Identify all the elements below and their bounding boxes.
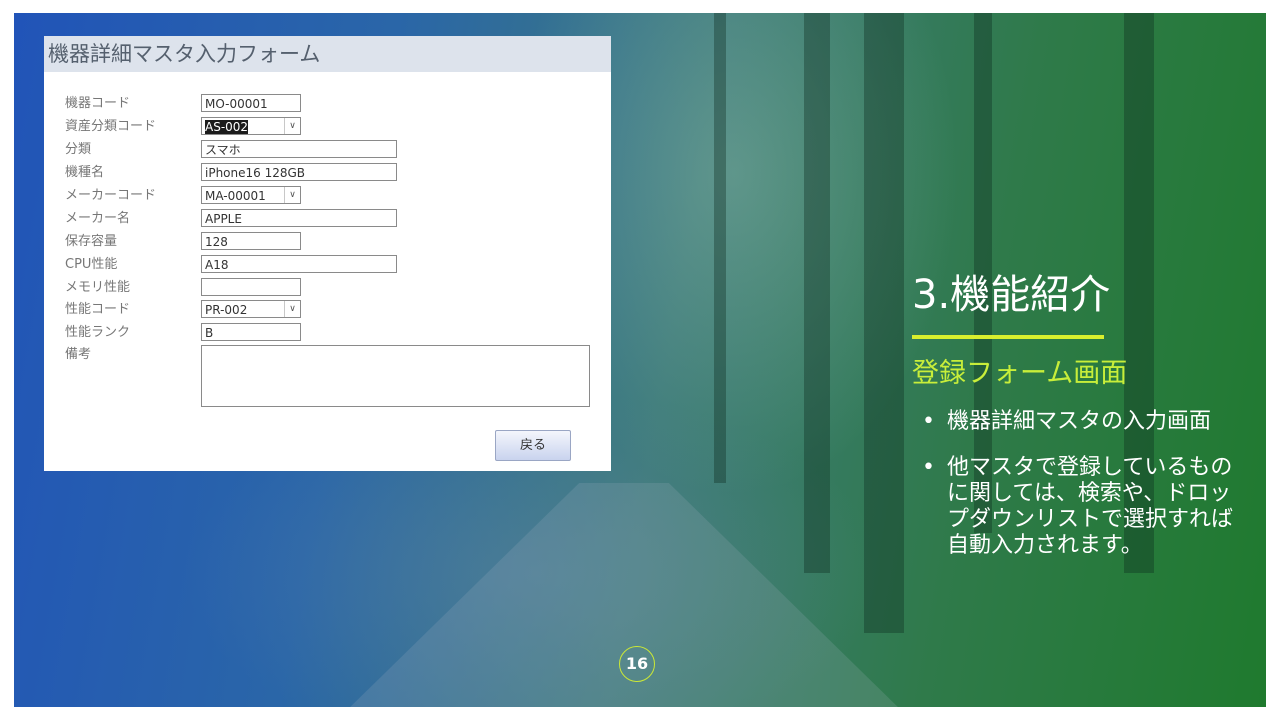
memory-performance-input[interactable] <box>201 278 301 296</box>
maker-code-select[interactable]: MA-00001 ∨ <box>201 186 301 204</box>
title-underline <box>912 335 1104 339</box>
selected-value: MA-00001 <box>205 189 266 203</box>
field-label: 資産分類コード <box>65 119 157 134</box>
background-tree <box>714 13 726 483</box>
field-label: 性能コード <box>65 302 131 317</box>
chevron-down-icon[interactable]: ∨ <box>284 118 300 134</box>
performance-code-select[interactable]: PR-002 ∨ <box>201 300 301 318</box>
field-label: メーカー名 <box>65 211 131 226</box>
chevron-down-icon[interactable]: ∨ <box>284 301 300 317</box>
form-title: 機器詳細マスタ入力フォーム <box>44 36 611 72</box>
page-number: 16 <box>619 646 655 682</box>
field-label: 備考 <box>65 347 92 362</box>
device-master-form: 機器詳細マスタ入力フォーム 機器コード MO-00001 資産分類コード AS-… <box>44 36 611 471</box>
remarks-textarea[interactable] <box>201 345 590 407</box>
performance-rank-input[interactable]: B <box>201 323 301 341</box>
model-name-input[interactable]: iPhone16 128GB <box>201 163 397 181</box>
back-button[interactable]: 戻る <box>495 430 571 461</box>
bullet-item: • 機器詳細マスタの入力画面 <box>922 409 1212 434</box>
slide-background: 機器詳細マスタ入力フォーム 機器コード MO-00001 資産分類コード AS-… <box>14 13 1266 707</box>
device-code-input[interactable]: MO-00001 <box>201 94 301 112</box>
bullet-dot-icon: • <box>922 409 935 434</box>
bullet-item: • 他マスタで登録しているものに関しては、検索や、ドロップダウンリストで選択すれ… <box>922 455 1234 558</box>
selected-value: AS-002 <box>205 120 249 134</box>
maker-name-input[interactable]: APPLE <box>201 209 397 227</box>
field-label: 機器コード <box>65 96 131 111</box>
background-tree <box>804 13 830 573</box>
storage-capacity-input[interactable]: 128 <box>201 232 301 250</box>
field-label: 保存容量 <box>65 234 118 249</box>
cpu-performance-input[interactable]: A18 <box>201 255 397 273</box>
field-label: CPU性能 <box>65 257 118 272</box>
section-title: 3.機能紹介 <box>912 272 1111 318</box>
section-subtitle: 登録フォーム画面 <box>912 358 1128 389</box>
field-label: 性能ランク <box>65 325 131 340</box>
chevron-down-icon[interactable]: ∨ <box>284 187 300 203</box>
field-label: 分類 <box>65 142 92 157</box>
field-label: メモリ性能 <box>65 280 131 295</box>
bullet-list: • 機器詳細マスタの入力画面 • 他マスタで登録しているものに関しては、検索や、… <box>922 409 1240 579</box>
asset-class-code-select[interactable]: AS-002 ∨ <box>201 117 301 135</box>
selected-value: PR-002 <box>205 303 248 317</box>
category-input[interactable]: スマホ <box>201 140 397 158</box>
field-label: メーカーコード <box>65 188 157 203</box>
field-label: 機種名 <box>65 165 105 180</box>
bullet-dot-icon: • <box>922 455 935 480</box>
background-tree <box>864 13 904 633</box>
